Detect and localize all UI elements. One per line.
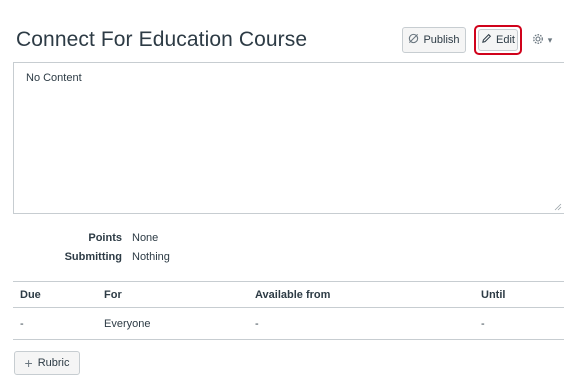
points-row: Points None — [0, 232, 564, 246]
assignment-page: Connect For Education Course Publish Edi… — [0, 0, 564, 379]
rubric-label: Rubric — [37, 357, 70, 369]
table-cell-available-from: - — [255, 318, 259, 330]
table-bottom-divider — [13, 339, 564, 340]
page-title: Connect For Education Course — [16, 28, 308, 51]
edit-highlight: Edit — [474, 25, 522, 55]
points-value: None — [132, 232, 159, 244]
table-top-divider — [13, 281, 564, 282]
chevron-down-icon: ▾ — [547, 34, 553, 45]
table-cell-for: Everyone — [104, 318, 151, 330]
table-cell-due: - — [20, 318, 24, 330]
points-label: Points — [88, 232, 122, 244]
edit-button[interactable]: Edit — [478, 29, 518, 51]
content-area: No Content — [13, 62, 564, 214]
plus-icon: + — [24, 355, 33, 371]
col-header-available-from: Available from — [255, 289, 331, 301]
col-header-due: Due — [20, 289, 41, 301]
table-cell-until: - — [481, 318, 485, 330]
col-header-until: Until — [481, 289, 506, 301]
edit-label: Edit — [496, 34, 515, 46]
submitting-label: Submitting — [64, 251, 122, 263]
submitting-value: Nothing — [132, 251, 170, 263]
toolbar: Publish Edit ▾ — [402, 25, 557, 55]
publish-label: Publish — [423, 34, 460, 46]
submitting-row: Submitting Nothing — [0, 251, 564, 265]
resize-handle-icon[interactable] — [554, 203, 562, 211]
publish-disabled-icon — [408, 33, 419, 47]
settings-menu-button[interactable]: ▾ — [527, 27, 557, 53]
content-text: No Content — [26, 72, 82, 84]
pencil-icon — [481, 33, 492, 47]
add-rubric-button[interactable]: + Rubric — [14, 351, 80, 375]
publish-button[interactable]: Publish — [402, 27, 466, 53]
col-header-for: For — [104, 289, 122, 301]
gear-icon — [532, 33, 544, 48]
header-divider — [13, 307, 564, 308]
